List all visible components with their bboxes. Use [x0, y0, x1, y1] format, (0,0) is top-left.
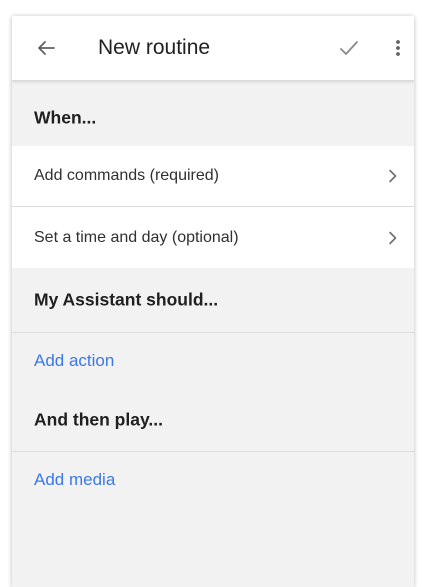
then-play-section-header: And then play...: [12, 389, 414, 451]
assistant-section-header: My Assistant should...: [12, 268, 414, 332]
assistant-heading: My Assistant should...: [34, 289, 219, 310]
add-media-link[interactable]: Add media: [12, 452, 414, 508]
add-action-label: Add action: [34, 351, 115, 370]
page-title: New routine: [98, 36, 211, 59]
add-commands-row[interactable]: Add commands (required): [12, 146, 414, 206]
add-action-link[interactable]: Add action: [12, 333, 414, 389]
chevron-right-icon: [389, 231, 397, 244]
routine-screen: New routine When... Add commands (requir…: [12, 16, 414, 587]
set-time-row[interactable]: Set a time and day (optional): [12, 207, 414, 268]
arrow-left-icon[interactable]: [34, 36, 58, 60]
more-vert-icon[interactable]: [389, 36, 407, 60]
check-icon[interactable]: [337, 36, 361, 60]
add-media-label: Add media: [34, 470, 116, 489]
app-bar: New routine: [12, 16, 414, 80]
add-commands-label: Add commands (required): [34, 167, 219, 184]
chevron-right-icon: [389, 169, 397, 183]
then-play-heading: And then play...: [34, 409, 163, 430]
when-heading: When...: [34, 107, 97, 128]
set-time-label: Set a time and day (optional): [34, 228, 239, 246]
when-section-header: When...: [12, 80, 414, 156]
